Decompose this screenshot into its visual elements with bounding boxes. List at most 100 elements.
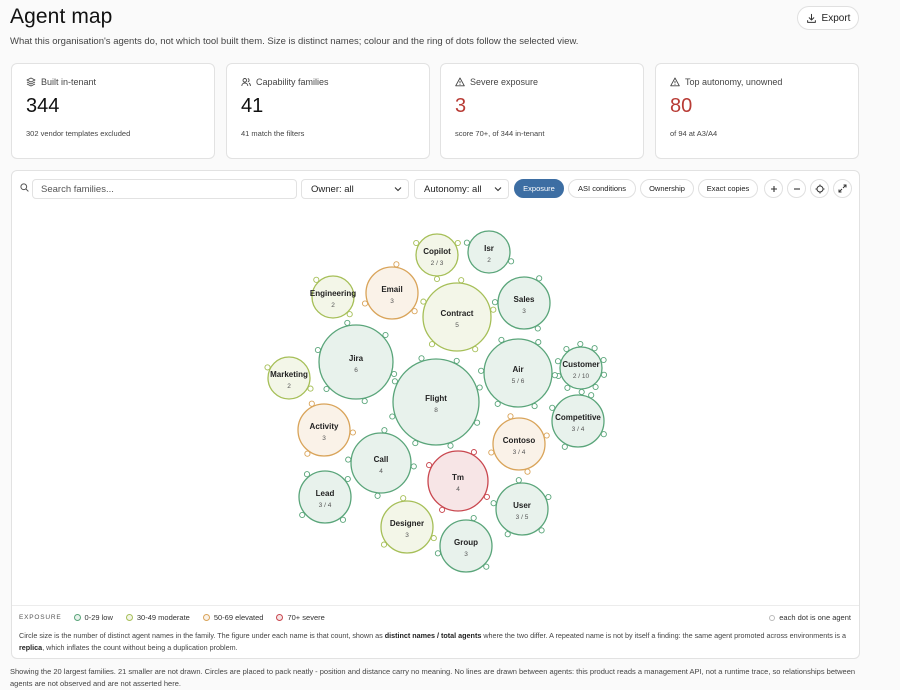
family-bubble-engineering[interactable]: Engineering 2 <box>310 275 356 319</box>
agent-dot[interactable] <box>393 261 400 268</box>
agent-dot[interactable] <box>413 239 420 247</box>
agent-dot[interactable] <box>412 440 419 447</box>
family-bubble-contoso[interactable]: Contoso 3 / 4 <box>488 413 550 475</box>
agent-dot[interactable] <box>447 442 454 449</box>
family-bubble-competitive[interactable]: Competitive 3 / 4 <box>549 392 607 450</box>
agent-dot[interactable] <box>543 432 550 439</box>
agent-dot[interactable] <box>488 449 495 456</box>
family-bubble-activity[interactable]: Activity 3 <box>297 400 356 457</box>
agent-dot[interactable] <box>591 345 598 352</box>
agent-dot[interactable] <box>314 346 321 354</box>
autonomy-select[interactable]: Autonomy: all <box>414 179 509 199</box>
agent-dot[interactable] <box>349 429 356 436</box>
agent-dot[interactable] <box>504 531 511 538</box>
agent-dot[interactable] <box>391 378 398 385</box>
agent-dot[interactable] <box>561 443 568 450</box>
agent-dot[interactable] <box>538 527 545 534</box>
agent-dot[interactable] <box>592 383 599 391</box>
agent-dot[interactable] <box>439 506 446 513</box>
agent-dot[interactable] <box>463 239 470 246</box>
agent-dot[interactable] <box>524 468 531 475</box>
agent-dot[interactable] <box>299 511 306 519</box>
owner-select[interactable]: Owner: all <box>301 179 409 199</box>
agent-dot[interactable] <box>411 308 418 315</box>
recenter-button[interactable] <box>810 179 829 198</box>
agent-dot[interactable] <box>491 299 499 306</box>
agent-dot[interactable] <box>578 388 585 396</box>
agent-dot[interactable] <box>564 384 571 391</box>
agent-dot[interactable] <box>361 300 369 307</box>
agent-dot[interactable] <box>382 331 389 339</box>
agent-dot[interactable] <box>588 392 595 399</box>
family-bubble-customer[interactable]: Customer 2 / 10 <box>554 340 608 396</box>
agent-dot[interactable] <box>323 385 330 393</box>
agent-dot[interactable] <box>554 358 562 365</box>
search-input[interactable] <box>32 179 297 199</box>
agent-dot[interactable] <box>470 514 477 522</box>
agent-dot[interactable] <box>430 535 437 542</box>
export-button[interactable]: Export <box>797 6 859 30</box>
family-bubble-tm[interactable]: Tm 4 <box>426 449 490 513</box>
agent-dot[interactable] <box>420 298 427 305</box>
agent-dot[interactable] <box>483 563 490 570</box>
agent-dot[interactable] <box>308 400 315 407</box>
family-bubble-air[interactable]: Air 5 / 6 <box>478 336 558 410</box>
agent-dot[interactable] <box>534 325 541 332</box>
family-bubble-contract[interactable]: Contract 5 <box>420 277 497 353</box>
agent-dot[interactable] <box>346 311 353 318</box>
agent-dot[interactable] <box>344 475 351 483</box>
fullscreen-button[interactable] <box>833 179 852 198</box>
agent-dot[interactable] <box>304 450 311 457</box>
family-bubble-designer[interactable]: Designer 3 <box>380 495 437 554</box>
agent-dot[interactable] <box>470 449 477 456</box>
family-bubble-sales[interactable]: Sales 3 <box>491 275 551 332</box>
agent-dot[interactable] <box>428 341 436 348</box>
family-bubble-isr[interactable]: Isr 2 <box>463 230 515 274</box>
agent-dot[interactable] <box>508 258 515 265</box>
zoom-out-button[interactable] <box>787 179 806 198</box>
view-pill-ownership[interactable]: Ownership <box>640 179 694 198</box>
agent-dot[interactable] <box>600 431 607 438</box>
agent-dot[interactable] <box>531 403 538 410</box>
agent-dot[interactable] <box>507 413 514 420</box>
view-pill-exact-copies[interactable]: Exact copies <box>698 179 758 198</box>
agent-dot[interactable] <box>418 355 425 362</box>
family-bubble-lead[interactable]: Lead 3 / 4 <box>298 470 352 524</box>
agent-dot[interactable] <box>498 336 505 343</box>
family-bubble-marketing[interactable]: Marketing 2 <box>264 356 314 400</box>
agent-dot[interactable] <box>374 492 381 499</box>
agent-dot[interactable] <box>474 419 481 426</box>
agent-dot[interactable] <box>478 367 485 374</box>
family-bubble-copilot[interactable]: Copilot 2 / 3 <box>413 233 461 283</box>
agent-dot[interactable] <box>453 357 460 364</box>
agent-dot[interactable] <box>458 277 465 284</box>
agent-dot[interactable] <box>535 339 542 346</box>
agent-dot[interactable] <box>483 493 490 500</box>
agent-dot[interactable] <box>551 372 558 379</box>
family-bubble-email[interactable]: Email 3 <box>361 261 419 320</box>
agent-dot[interactable] <box>494 400 501 407</box>
family-bubble-user[interactable]: User 3 / 5 <box>490 477 552 538</box>
zoom-in-button[interactable] <box>764 179 783 198</box>
agent-dot[interactable] <box>313 276 320 283</box>
agent-dot[interactable] <box>549 404 556 411</box>
agent-dot[interactable] <box>600 356 607 364</box>
agent-dot[interactable] <box>345 456 352 463</box>
agent-dot[interactable] <box>577 340 584 348</box>
agent-dot[interactable] <box>490 500 497 507</box>
agent-dot[interactable] <box>303 471 311 478</box>
family-bubble-group[interactable]: Group 3 <box>434 514 493 573</box>
agent-dot[interactable] <box>545 493 552 501</box>
agent-dot[interactable] <box>339 516 347 523</box>
agent-dot[interactable] <box>454 239 461 247</box>
agent-dot[interactable] <box>391 370 398 378</box>
agent-dot[interactable] <box>389 413 396 420</box>
agent-dot[interactable] <box>472 346 479 353</box>
family-bubble-jira[interactable]: Jira 6 <box>314 319 398 405</box>
agent-dot[interactable] <box>490 306 497 313</box>
agent-dot[interactable] <box>515 477 522 484</box>
view-pill-exposure[interactable]: Exposure <box>514 179 564 198</box>
family-bubble-call[interactable]: Call 4 <box>345 427 417 499</box>
agent-dot[interactable] <box>380 541 388 548</box>
family-bubble-flight[interactable]: Flight 8 <box>389 355 483 449</box>
